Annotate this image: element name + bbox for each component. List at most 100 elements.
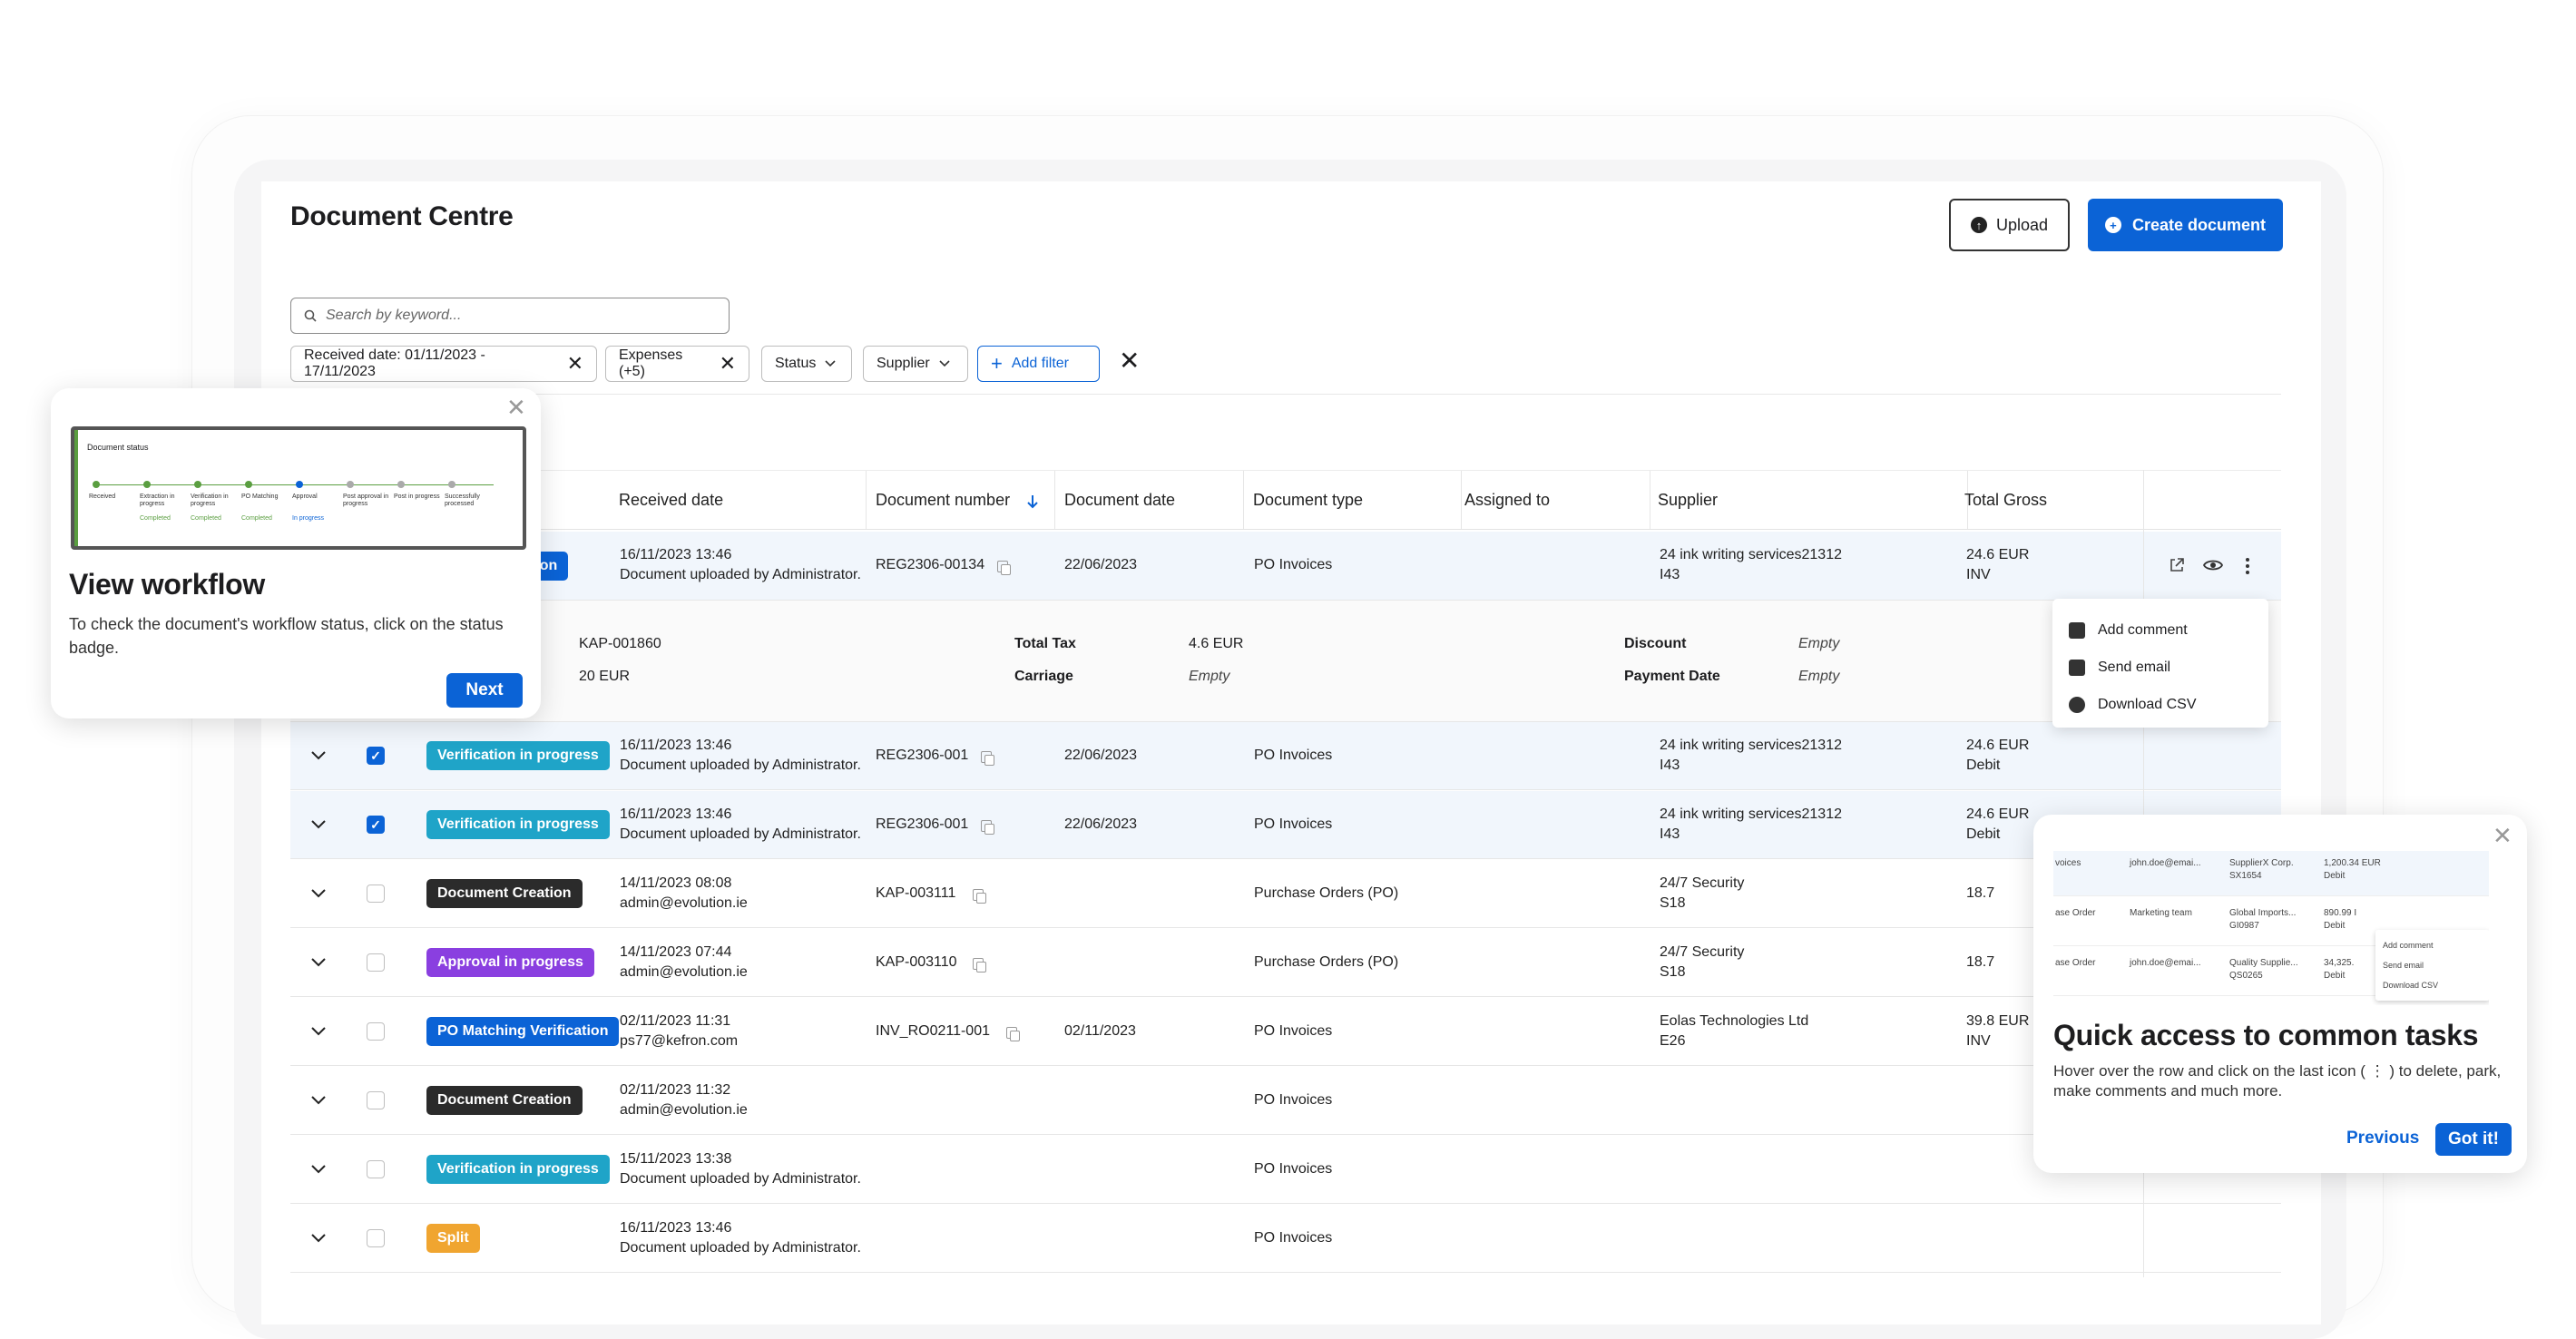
row-checkbox[interactable] (367, 1022, 385, 1041)
preview-cell: Debit (2324, 921, 2346, 931)
close-icon[interactable]: ✕ (506, 396, 526, 419)
received-date-cell: 16/11/2023 13:46 (620, 1220, 732, 1236)
status-badge[interactable]: Document Creation (426, 879, 583, 908)
document-date-cell: 22/06/2023 (1064, 748, 1138, 763)
row-checkbox[interactable] (367, 953, 385, 972)
preview-cell: Marketing team (2130, 908, 2192, 918)
document-date-cell: 22/06/2023 (1064, 816, 1138, 832)
divider (290, 394, 2281, 395)
filter-status-dropdown[interactable]: Status (761, 346, 852, 382)
status-badge[interactable]: Document Creation (426, 1086, 583, 1115)
quick-access-tooltip: ✕ voices john.doe@emai... SupplierX Corp. S… (2033, 815, 2527, 1173)
table-row[interactable]: Approval in progress 14/11/2023 07:44 admi… (290, 929, 2281, 997)
document-type-cell: Purchase Orders (PO) (1254, 954, 1399, 970)
chevron-down-icon[interactable] (310, 748, 327, 764)
table-row[interactable]: Split 16/11/2023 13:46 Document uploaded b… (290, 1205, 2281, 1273)
remove-filter-icon[interactable]: ✕ (720, 354, 736, 374)
table-row[interactable]: ✓ Verification in progress 16/11/2023 13:4… (290, 722, 2281, 790)
row-checkbox[interactable] (367, 1229, 385, 1247)
table-row[interactable]: Verification 16/11/2023 13:46 Document u… (290, 532, 2281, 601)
received-date-cell: 02/11/2023 11:31 (620, 1013, 731, 1029)
column-header-document-number[interactable]: Document number (876, 491, 1010, 510)
next-button[interactable]: Next (446, 673, 523, 708)
copy-icon[interactable] (973, 889, 986, 904)
menu-item-download-csv[interactable]: Download CSV (2052, 686, 2268, 723)
chevron-down-icon[interactable] (310, 954, 327, 971)
column-header-assigned-to[interactable]: Assigned to (1464, 491, 1550, 510)
status-badge[interactable]: PO Matching Verification (426, 1017, 620, 1046)
preview-step-dot (397, 481, 405, 488)
row-checkbox[interactable]: ✓ (367, 816, 385, 834)
received-date-cell: 15/11/2023 13:38 (620, 1151, 732, 1167)
table-row[interactable]: Verification in progress 15/11/2023 13:38… (290, 1136, 2281, 1204)
status-badge[interactable]: Verification in progress (426, 810, 610, 839)
menu-item-label: Download CSV (2098, 696, 2197, 712)
preview-step-status: In progress (292, 515, 325, 522)
copy-icon[interactable] (997, 561, 1011, 575)
preview-menu-item: Download CSV (2383, 981, 2439, 990)
received-date-cell: 16/11/2023 13:46 (620, 806, 732, 822)
preview-step-dot (194, 481, 201, 488)
total-gross-cell: 24.6 EUR (1966, 547, 2030, 562)
chevron-down-icon[interactable] (310, 1023, 327, 1040)
received-date-cell: 16/11/2023 13:46 (620, 738, 732, 753)
menu-item-send-email[interactable]: Send email (2052, 649, 2268, 686)
preview-step-status: Completed (241, 515, 272, 522)
preview-cell: QS0265 (2229, 971, 2263, 981)
copy-icon[interactable] (981, 751, 995, 766)
status-badge[interactable]: Verification in progress (426, 741, 610, 770)
filter-chip-expenses[interactable]: Expenses (+5) ✕ (605, 346, 749, 382)
row-checkbox[interactable] (367, 885, 385, 903)
supplier-cell: 24 ink writing services21312 (1660, 738, 1842, 753)
remove-filter-icon[interactable]: ✕ (567, 354, 583, 374)
clear-filters-icon[interactable]: ✕ (1119, 348, 1140, 374)
received-by-cell: Document uploaded by Administrator. (620, 757, 861, 773)
create-document-button[interactable]: + Create document (2088, 199, 2283, 251)
copy-icon[interactable] (1006, 1027, 1021, 1041)
expanded-row-details: KAP-001860 20 EUR Total Tax 4.6 EUR Carr… (290, 601, 2281, 722)
search-input[interactable] (326, 308, 707, 324)
table-row[interactable]: PO Matching Verification 02/11/2023 11:31… (290, 998, 2281, 1066)
filter-chip-received-date[interactable]: Received date: 01/11/2023 - 17/11/2023 ✕ (290, 346, 597, 382)
got-it-button[interactable]: Got it! (2435, 1123, 2512, 1156)
table-row[interactable]: Document Creation 14/11/2023 08:08 admin@e… (290, 860, 2281, 928)
chevron-down-icon[interactable] (310, 1230, 327, 1246)
supplier-cell: 24/7 Security (1660, 944, 1745, 960)
chevron-down-icon[interactable] (310, 816, 327, 833)
status-badge[interactable]: Approval in progress (426, 948, 594, 977)
column-header-total-gross[interactable]: Total Gross (1964, 491, 2047, 510)
add-filter-button[interactable]: + Add filter (977, 346, 1100, 382)
previous-button[interactable]: Previous (2346, 1129, 2419, 1148)
download-icon (2069, 696, 2085, 713)
status-badge[interactable]: Verification in progress (426, 1155, 610, 1184)
row-checkbox[interactable] (367, 1091, 385, 1109)
chevron-down-icon[interactable] (310, 885, 327, 902)
received-by-cell: ps77@kefron.com (620, 1033, 739, 1049)
chevron-down-icon[interactable] (310, 1092, 327, 1109)
menu-item-label: Add comment (2098, 621, 2188, 638)
quick-access-preview-image: voices john.doe@emai... SupplierX Corp. SX1… (2053, 844, 2489, 1005)
detail-discount-label: Discount (1624, 636, 1687, 651)
detail-reference: KAP-001860 (579, 636, 661, 651)
upload-button[interactable]: ↑ Upload (1949, 199, 2070, 251)
close-icon[interactable]: ✕ (2493, 824, 2512, 847)
preview-step-label: Successfully processed (445, 494, 480, 507)
row-checkbox[interactable] (367, 1160, 385, 1178)
table-header: Received date Document number Document d… (290, 470, 2281, 530)
status-badge[interactable]: Split (426, 1224, 480, 1253)
chevron-down-icon[interactable] (310, 1161, 327, 1178)
column-header-document-type[interactable]: Document type (1253, 491, 1363, 510)
table-row[interactable]: ✓ Verification in progress 16/11/2023 13:4… (290, 791, 2281, 859)
column-header-supplier[interactable]: Supplier (1658, 491, 1718, 510)
copy-icon[interactable] (973, 958, 986, 972)
row-checkbox[interactable]: ✓ (367, 747, 385, 765)
total-gross-type-cell: Debit (1966, 826, 2001, 842)
column-header-received-date[interactable]: Received date (619, 491, 723, 510)
table-row[interactable]: Document Creation 02/11/2023 11:32 admin@e… (290, 1067, 2281, 1135)
filter-supplier-dropdown[interactable]: Supplier (863, 346, 968, 382)
preview-cell: 34,325. (2324, 958, 2355, 968)
sort-arrow-down-icon[interactable] (1027, 494, 1038, 509)
copy-icon[interactable] (981, 820, 995, 835)
menu-item-add-comment[interactable]: Add comment (2052, 611, 2268, 649)
column-header-document-date[interactable]: Document date (1064, 491, 1175, 510)
